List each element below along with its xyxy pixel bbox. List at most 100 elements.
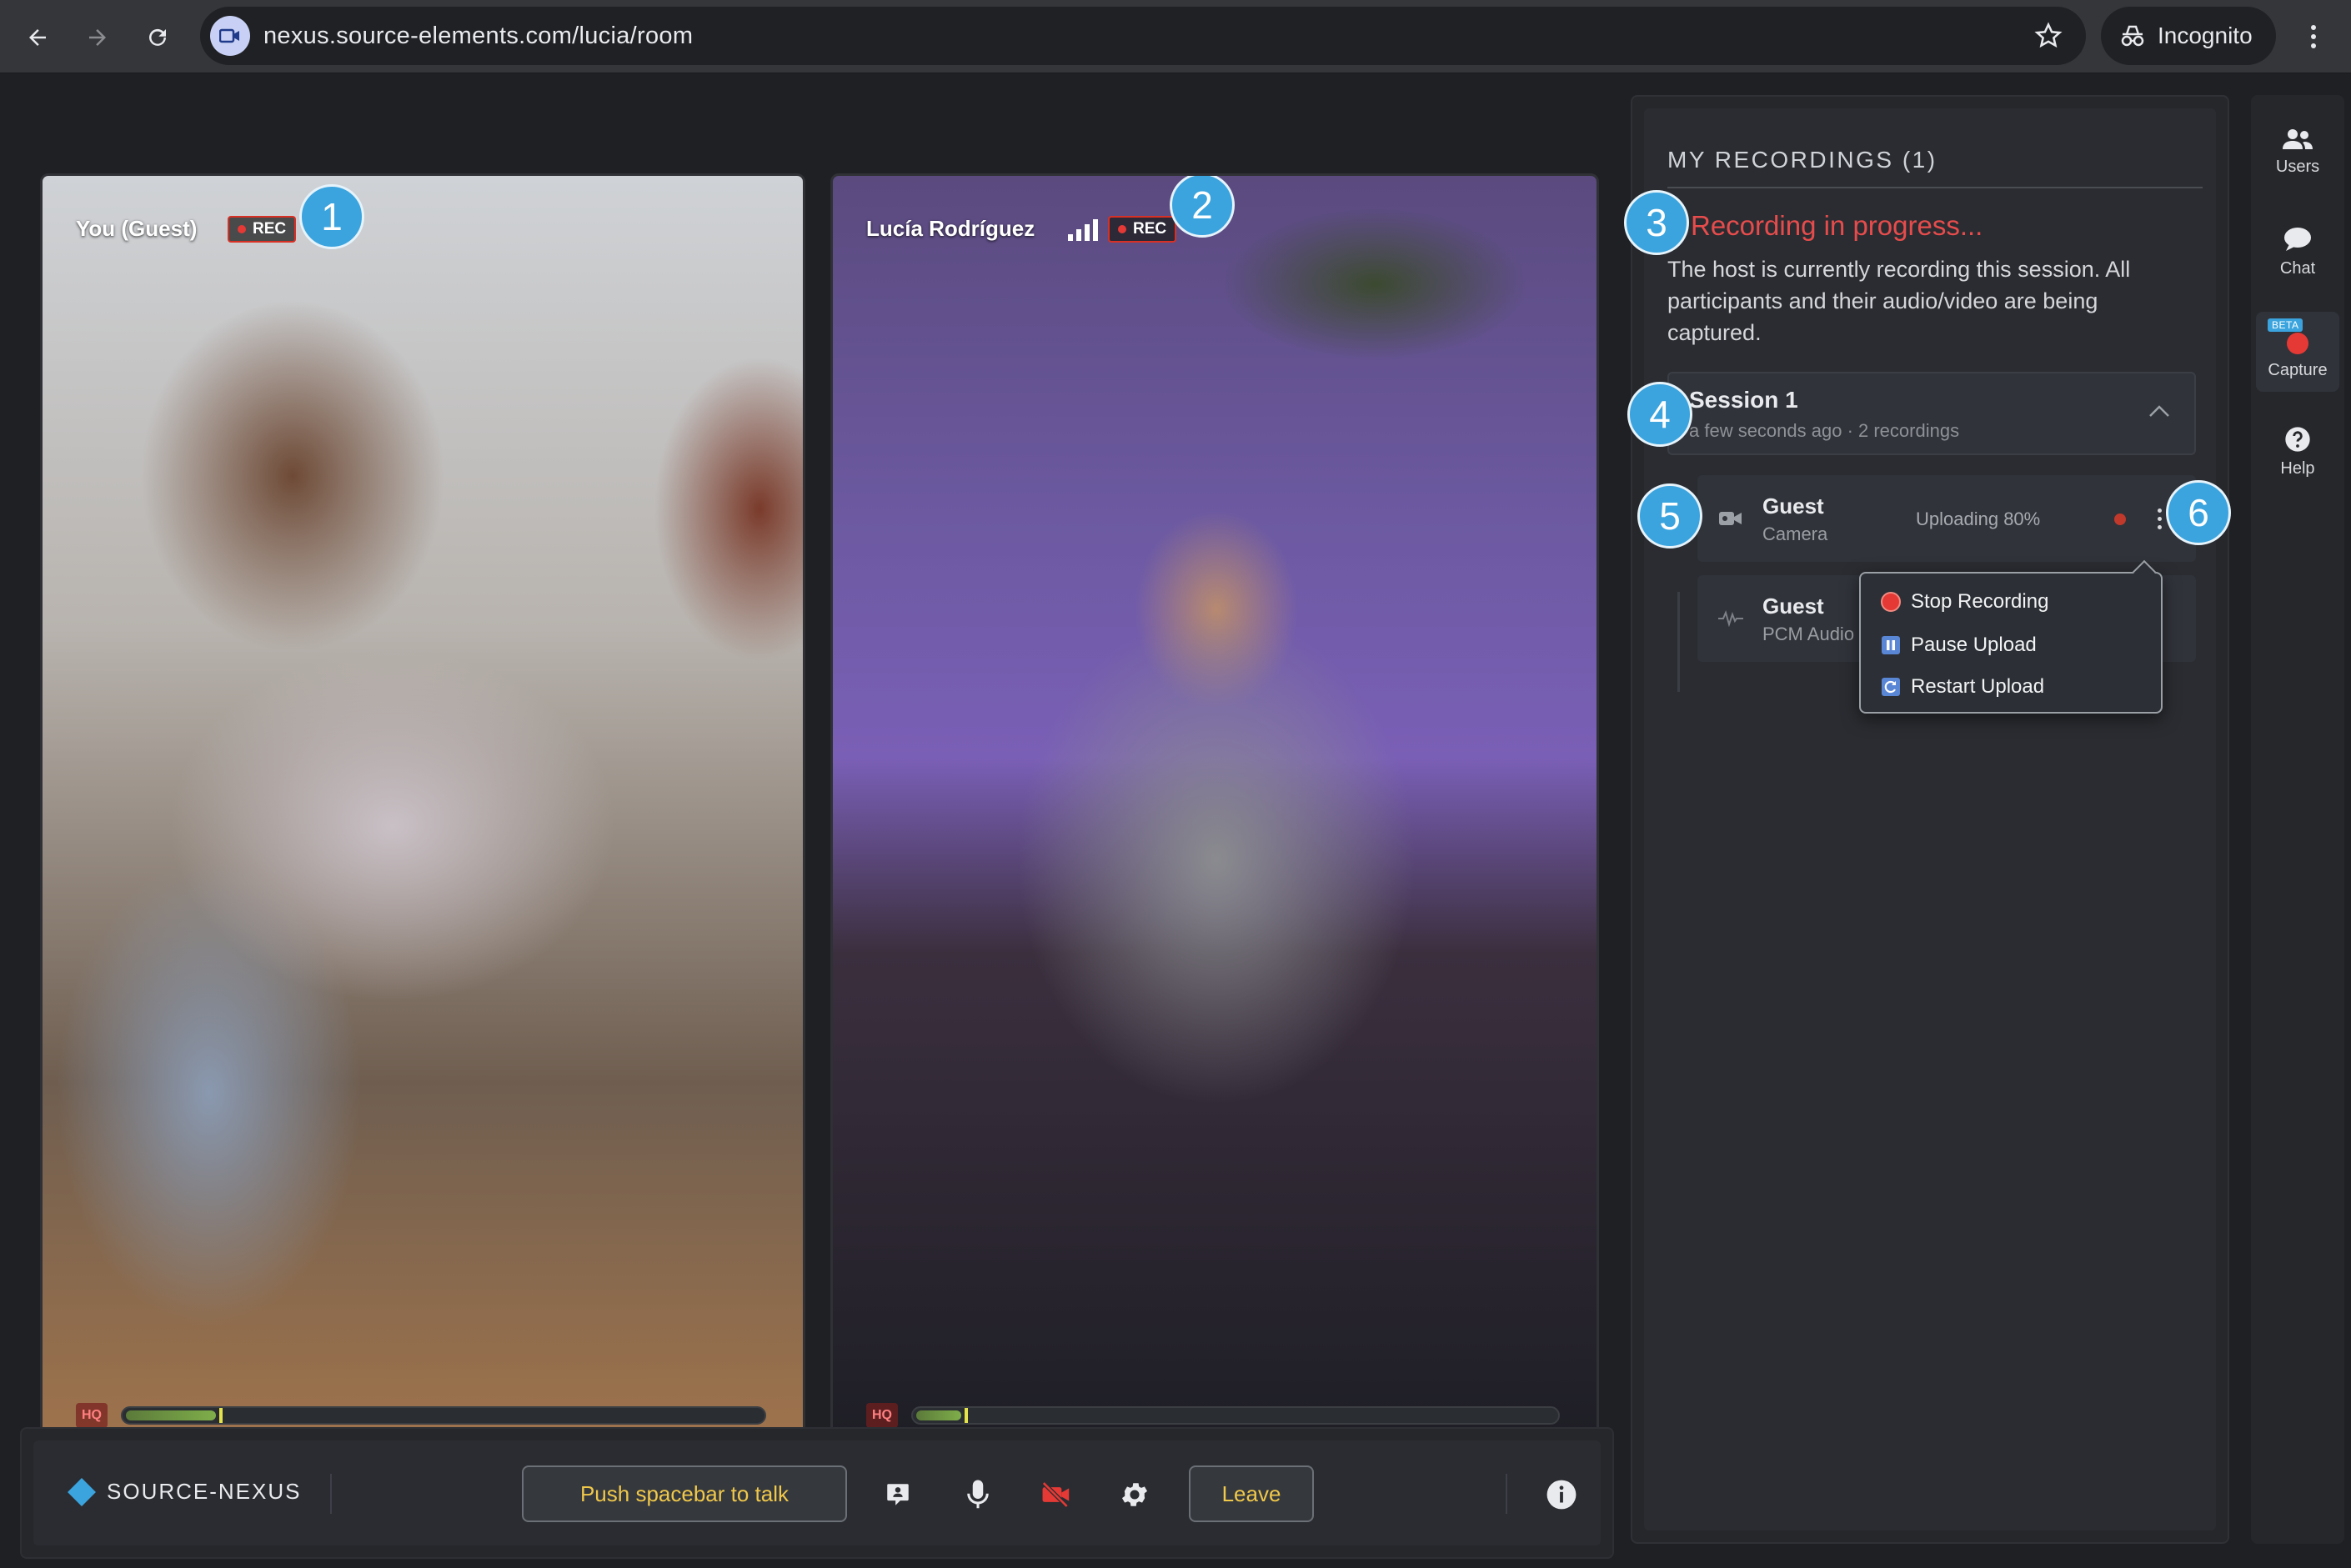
- info-button[interactable]: [1541, 1474, 1582, 1515]
- callout-marker: 6: [2166, 480, 2231, 545]
- sidebar-item-capture[interactable]: BETA Capture: [2256, 312, 2339, 392]
- video-feed-lucia: [833, 176, 1597, 1471]
- info-icon: [1546, 1480, 1577, 1510]
- incognito-icon: [2121, 25, 2144, 47]
- sidebar-item-label: Capture: [2268, 360, 2328, 379]
- recordings-panel: MY RECORDINGS (1) Recording in progress.…: [1624, 95, 2231, 1544]
- recording-type: PCM Audio: [1762, 624, 1855, 644]
- audio-level-meter: [911, 1406, 1560, 1425]
- app-area: You (Guest) REC 1 HQ -80-60-40-30-20-12-…: [0, 73, 2351, 1568]
- sidebar-item-users[interactable]: Users: [2256, 112, 2339, 192]
- rec-badge: REC: [228, 216, 297, 243]
- recording-description: The host is currently recording this ses…: [1667, 257, 2131, 345]
- session-title: Session 1: [1689, 387, 1798, 413]
- recording-owner: Guest: [1762, 493, 1824, 518]
- gear-icon: [1121, 1483, 1148, 1506]
- brand-name: SOURCE-NEXUS: [107, 1479, 302, 1504]
- chat-icon: [2284, 227, 2311, 251]
- brand-logo: SOURCE-NEXUS: [68, 1477, 302, 1506]
- menu-item-label: Pause Upload: [1911, 634, 2037, 656]
- divider: [1667, 187, 2203, 188]
- bookmark-star-icon[interactable]: [2034, 22, 2063, 54]
- recording-dot-icon: [2114, 513, 2126, 525]
- video-tile-lucia[interactable]: Lucía Rodríguez REC 2 HQ -80-60-40-30-20…: [830, 173, 1599, 1474]
- signal-strength-icon: [1068, 219, 1100, 245]
- url-text[interactable]: nexus.source-elements.com/lucia/room: [263, 23, 693, 50]
- divider: [1506, 1474, 1507, 1514]
- hq-badge: HQ: [866, 1403, 898, 1428]
- audio-level-meter: [121, 1406, 766, 1425]
- site-favicon-icon: [210, 16, 250, 56]
- sidebar-item-chat[interactable]: Chat: [2256, 212, 2339, 292]
- brand-diamond-icon: [68, 1477, 96, 1506]
- recording-owner: Guest: [1762, 594, 1824, 619]
- talkback-button[interactable]: [877, 1474, 919, 1515]
- upload-status: Uploading 80%: [1916, 508, 2041, 529]
- users-icon: [2283, 128, 2313, 149]
- rec-label: REC: [253, 220, 287, 238]
- audio-level-peak: [218, 1408, 223, 1423]
- sidebar-item-label: Chat: [2279, 258, 2316, 278]
- browser-menu-icon[interactable]: [2299, 18, 2328, 55]
- menu-item-label: Stop Recording: [1911, 590, 2049, 613]
- right-sidebar: Users Chat BETA Capture Help: [2251, 95, 2344, 1544]
- callout-marker: 5: [1637, 483, 1702, 549]
- sidebar-item-label: Users: [2275, 157, 2320, 176]
- stop-record-icon: [1881, 592, 1901, 612]
- address-bar[interactable]: nexus.source-elements.com/lucia/room: [200, 7, 2086, 65]
- rec-dot-icon: [238, 225, 246, 233]
- beta-badge: BETA: [2268, 318, 2303, 332]
- tree-connector: [1677, 592, 1680, 692]
- session-card[interactable]: Session 1 a few seconds ago · 2 recordin…: [1667, 372, 2196, 455]
- settings-button[interactable]: [1114, 1474, 1155, 1515]
- chevron-up-icon[interactable]: [2148, 403, 2171, 423]
- rec-badge: REC: [1108, 216, 1177, 243]
- participant-name: You (Guest): [76, 216, 198, 241]
- hq-badge: HQ: [76, 1403, 108, 1428]
- rec-label: REC: [1133, 220, 1167, 238]
- recording-item-camera[interactable]: Guest Camera Uploading 80%: [1697, 475, 2196, 562]
- audio-level-peak: [964, 1408, 968, 1423]
- sidebar-item-label: Help: [2280, 458, 2315, 478]
- callout-marker: 4: [1627, 382, 1692, 447]
- leave-button[interactable]: Leave: [1189, 1465, 1314, 1522]
- back-button[interactable]: [15, 15, 60, 60]
- recording-status: Recording in progress...: [1691, 210, 1983, 241]
- recording-options-menu: Stop Recording Pause Upload Restart Uplo…: [1859, 559, 2163, 714]
- video-tile-guest[interactable]: You (Guest) REC 1 HQ -80-60-40-30-20-12-…: [40, 173, 805, 1474]
- control-bar: SOURCE-NEXUS Push spacebar to talk Leave: [20, 1427, 1614, 1559]
- video-feed-guest: [43, 176, 803, 1471]
- reload-icon: [149, 28, 166, 46]
- camera-off-button[interactable]: [1035, 1474, 1077, 1515]
- audio-level-fill: [916, 1410, 962, 1420]
- menu-item-stop-recording[interactable]: Stop Recording: [1881, 585, 2048, 619]
- microphone-icon: [967, 1480, 989, 1509]
- rec-dot-icon: [1118, 225, 1126, 233]
- camera-icon: [1716, 505, 1746, 532]
- menu-item-pause-upload[interactable]: Pause Upload: [1881, 629, 2037, 662]
- arrow-left-icon: [29, 29, 46, 46]
- session-meta: a few seconds ago · 2 recordings: [1689, 420, 1960, 441]
- push-to-talk-button[interactable]: Push spacebar to talk: [522, 1465, 847, 1522]
- more-options-icon[interactable]: [2151, 503, 2168, 534]
- camera-off-icon: [1042, 1481, 1070, 1508]
- reload-button[interactable]: [135, 15, 180, 60]
- menu-item-restart-upload[interactable]: Restart Upload: [1881, 670, 2044, 704]
- talkback-icon: [887, 1484, 909, 1505]
- incognito-label: Incognito: [2158, 23, 2253, 48]
- microphone-button[interactable]: [957, 1474, 999, 1515]
- callout-marker: 2: [1170, 176, 1235, 238]
- callout-marker: 3: [1624, 190, 1689, 255]
- menu-item-label: Restart Upload: [1911, 675, 2045, 698]
- browser-toolbar: nexus.source-elements.com/lucia/room Inc…: [0, 0, 2351, 73]
- callout-marker: 1: [299, 184, 364, 249]
- pause-icon: [1882, 636, 1900, 654]
- waveform-icon: [1716, 605, 1746, 632]
- forward-button[interactable]: [75, 15, 120, 60]
- incognito-chip[interactable]: Incognito: [2101, 7, 2276, 65]
- help-icon: [2285, 426, 2310, 452]
- arrow-right-icon: [89, 29, 106, 46]
- divider: [330, 1474, 332, 1514]
- record-icon: [2287, 332, 2308, 354]
- sidebar-item-help[interactable]: Help: [2256, 412, 2339, 492]
